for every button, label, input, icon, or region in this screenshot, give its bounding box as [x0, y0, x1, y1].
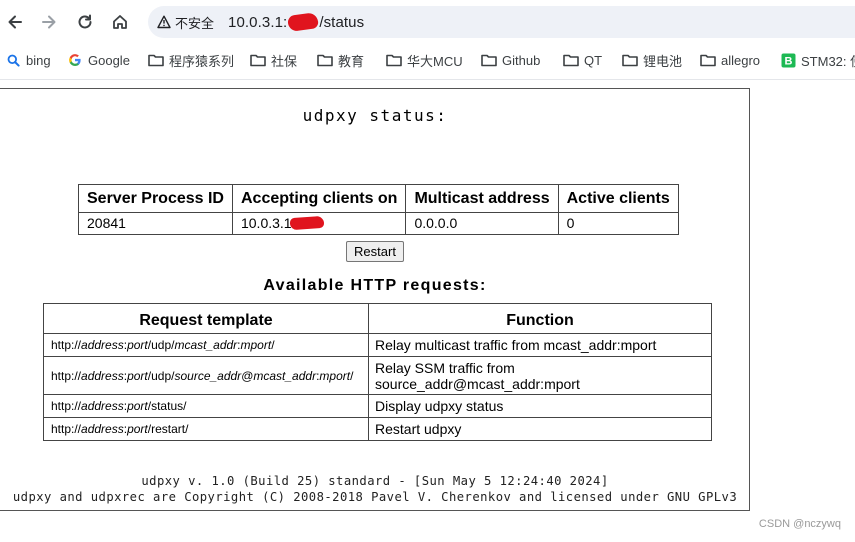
bookmarks-bar: bing Google 程序猿系列 社保 教育 华大MCU Github QT … [0, 44, 855, 76]
google-g-icon [67, 52, 83, 68]
watermark: CSDN @nczywq [758, 518, 841, 530]
redaction-mark [287, 11, 320, 32]
footer-copyright: udpxy and udpxrec are Copyright (C) 2008… [12, 490, 738, 504]
column-header: Function [368, 303, 712, 334]
bookmark-google[interactable]: Google [67, 51, 130, 69]
folder-icon [386, 52, 402, 68]
request-template-cell: http://address:port/udp/mcast_addr:mport… [43, 333, 369, 357]
redaction-mark [289, 215, 324, 231]
table-row: http://address:port/udp/source_addr@mcas… [43, 356, 712, 395]
folder-icon [700, 52, 716, 68]
bookmark-label: 教育 [338, 53, 365, 69]
bookmark-label: 程序猿系列 [169, 53, 235, 69]
request-template-cell: http://address:port/restart/ [43, 417, 369, 441]
address-bar[interactable]: 不安全 10.0.3.1: /status [148, 6, 855, 38]
forward-button[interactable] [35, 8, 63, 36]
bookmark-stm32[interactable]: B STM32: 使 [780, 51, 855, 69]
home-icon [113, 15, 127, 29]
bookmark-folder-github[interactable]: Github [481, 51, 540, 69]
function-cell: Restart udpxy [368, 417, 712, 441]
folder-icon [317, 52, 333, 68]
bookmark-bing[interactable]: bing [5, 51, 51, 69]
folder-icon [250, 52, 266, 68]
requests-table-header: Request template Function [43, 303, 712, 334]
bookmark-label: QT [584, 52, 603, 68]
bookmark-folder-hdsc-mcu[interactable]: 华大MCU [386, 51, 463, 69]
bookmark-folder-qt[interactable]: QT [563, 51, 602, 69]
bookmark-folder-programmer[interactable]: 程序猿系列 [148, 51, 234, 69]
function-cell: Relay multicast traffic from mcast_addr:… [368, 333, 712, 357]
bookmark-label: Google [88, 52, 130, 68]
table-row: http://address:port/restart/ Restart udp… [43, 417, 712, 441]
function-cell: Relay SSM traffic from source_addr@mcast… [368, 356, 712, 395]
url-text[interactable]: 10.0.3.1: /status [228, 11, 365, 32]
requests-title: Available HTTP requests: [263, 277, 487, 294]
table-row: http://address:port/udp/mcast_addr:mport… [43, 333, 712, 357]
page-title: udpxy status: [302, 106, 448, 125]
status-table: Server Process ID Accepting clients on M… [78, 184, 679, 235]
browser-toolbar: 不安全 10.0.3.1: /status [0, 0, 855, 44]
bookmark-folder-allegro[interactable]: allegro [700, 51, 760, 69]
column-header: Active clients [557, 184, 679, 213]
back-arrow-icon [8, 15, 22, 29]
status-table-header: Server Process ID Accepting clients on M… [78, 184, 679, 213]
accepting-clients-cell: 10.0.3.1 [231, 212, 407, 235]
table-row: http://address:port/status/ Display udpx… [43, 394, 712, 418]
forward-arrow-icon [42, 15, 56, 29]
bookmark-folder-lithium-battery[interactable]: 锂电池 [622, 51, 682, 69]
url-path: /status [319, 13, 365, 31]
column-header: Multicast address [405, 184, 559, 213]
bookmark-label: bing [26, 52, 51, 68]
security-label[interactable]: 不安全 [175, 13, 214, 32]
column-header: Server Process ID [78, 184, 233, 213]
search-icon [5, 52, 21, 68]
footer-version: udpxy v. 1.0 (Build 25) standard - [Sun … [141, 474, 609, 488]
table-row: 20841 10.0.3.1 0.0.0.0 0 [78, 212, 679, 235]
accepting-clients-value: 10.0.3.1 [240, 215, 292, 231]
request-template-cell: http://address:port/status/ [43, 394, 369, 418]
bookmark-label: 华大MCU [407, 53, 463, 69]
multicast-address-cell: 0.0.0.0 [405, 212, 559, 235]
bookmark-folder-social-security[interactable]: 社保 [250, 51, 297, 69]
bookmark-label: 锂电池 [643, 53, 683, 69]
bookmark-folder-education[interactable]: 教育 [317, 51, 364, 69]
reload-button[interactable] [71, 8, 99, 36]
warning-icon[interactable] [157, 15, 171, 29]
svg-text:B: B [784, 55, 792, 67]
home-button[interactable] [106, 8, 134, 36]
folder-icon [148, 52, 164, 68]
function-cell: Display udpxy status [368, 394, 712, 418]
back-button[interactable] [1, 8, 29, 36]
bookmark-label: allegro [721, 52, 761, 68]
bookmark-label: STM32: 使 [801, 53, 855, 69]
reload-icon [78, 14, 92, 29]
toolbar-divider [0, 79, 855, 80]
folder-icon [563, 52, 579, 68]
requests-table: Request template Function http://address… [43, 303, 712, 441]
active-clients-cell: 0 [557, 212, 679, 235]
page-frame [0, 88, 750, 511]
request-template-cell: http://address:port/udp/source_addr@mcas… [43, 356, 369, 395]
bookmark-b-icon: B [780, 52, 796, 68]
column-header: Request template [43, 303, 369, 334]
page-footer: udpxy v. 1.0 (Build 25) standard - [Sun … [0, 473, 750, 505]
bookmark-label: 社保 [271, 53, 298, 69]
column-header: Accepting clients on [231, 184, 407, 213]
folder-icon [622, 52, 638, 68]
folder-icon [481, 52, 497, 68]
restart-button[interactable]: Restart [346, 241, 404, 262]
bookmark-label: Github [502, 52, 541, 68]
server-pid-cell: 20841 [78, 212, 233, 235]
url-host: 10.0.3.1: [228, 13, 288, 31]
